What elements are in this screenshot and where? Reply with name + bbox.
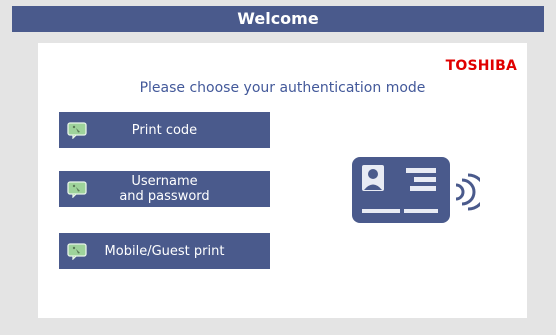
keypad-icon xyxy=(67,121,87,139)
keypad-icon xyxy=(67,242,87,260)
mobile-guest-print-label: Mobile/Guest print xyxy=(104,243,225,259)
keypad-icon xyxy=(67,180,87,198)
print-code-label: Print code xyxy=(131,122,198,138)
auth-panel: TOSHIBA Please choose your authenticatio… xyxy=(38,43,527,318)
brand-logo: TOSHIBA xyxy=(445,58,517,74)
print-code-button[interactable]: Print code xyxy=(59,112,270,148)
title-bar: Welcome xyxy=(12,6,544,32)
id-card-contactless-icon xyxy=(352,157,480,223)
username-password-label: Username and password xyxy=(119,174,210,204)
page-title: Welcome xyxy=(237,9,319,28)
username-password-button[interactable]: Username and password xyxy=(59,171,270,207)
instructions-text: Please choose your authentication mode xyxy=(139,80,426,96)
mobile-guest-print-button[interactable]: Mobile/Guest print xyxy=(59,233,270,269)
